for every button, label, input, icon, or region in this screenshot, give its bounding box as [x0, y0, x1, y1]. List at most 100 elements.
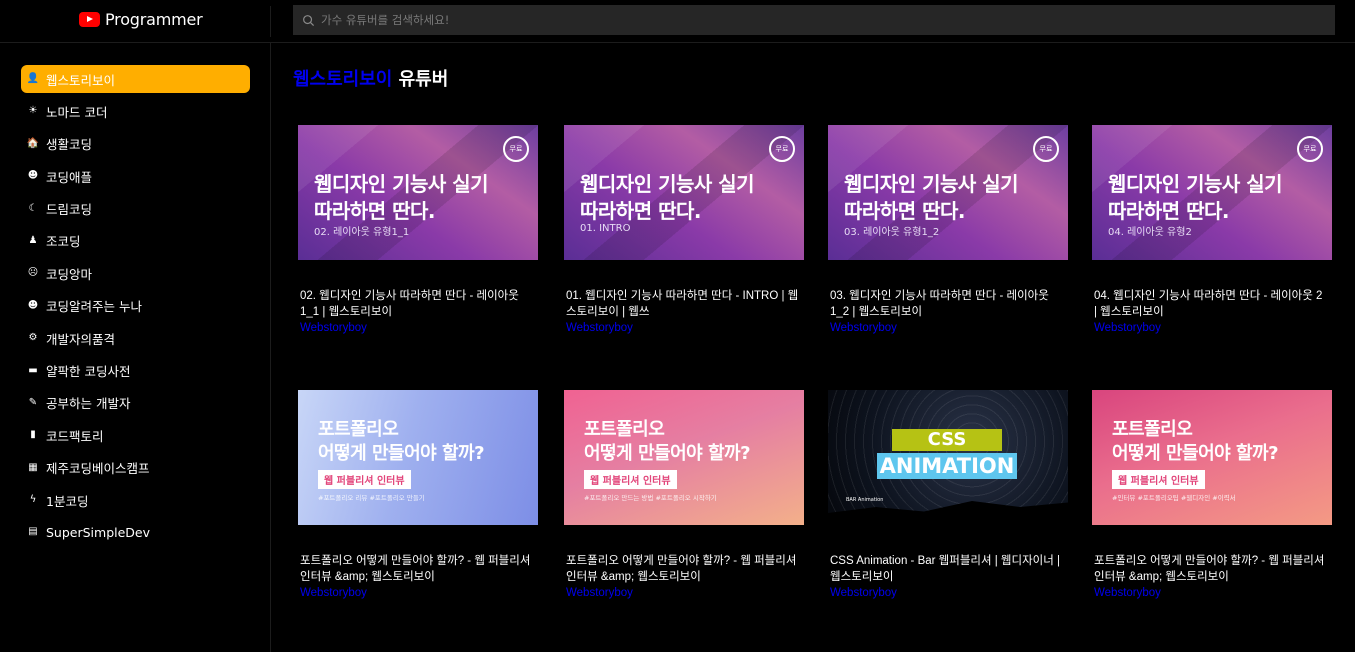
sidebar-item[interactable]: ⚙ 개발자의품격	[21, 324, 250, 352]
gear-icon: ⚙	[28, 332, 38, 344]
video-title[interactable]: 포트폴리오 어떻게 만들어야 할까? - 웹 퍼블리셔 인터뷰 &amp; 웹스…	[1092, 554, 1328, 585]
file-icon: ▮	[30, 429, 36, 441]
video-title[interactable]: 02. 웹디자인 기능사 따라하면 딴다 - 레이아웃 1_1 | 웹스토리보이	[298, 289, 534, 320]
free-badge: 무료	[769, 136, 795, 162]
channel-link[interactable]: Webstoryboy	[828, 585, 1068, 601]
sidebar-item[interactable]: ▦ 제주코딩베이스캠프	[21, 454, 250, 482]
calculator-icon: ▤	[28, 526, 38, 538]
book-icon: ▬	[28, 364, 38, 376]
header-divider	[270, 6, 271, 37]
channel-link[interactable]: Webstoryboy	[298, 320, 538, 336]
sidebar-item[interactable]: ▬ 얄팍한 코딩사전	[21, 357, 250, 385]
sidebar-item-label: 드림코딩	[46, 202, 93, 218]
sidebar-item[interactable]: 🏠 생활코딩	[21, 130, 250, 158]
thumbnail-line1: 포트폴리오	[1112, 419, 1193, 440]
thumbnail-line1: 포트폴리오	[584, 419, 665, 440]
video-card[interactable]: 포트폴리오 어떻게 만들어야 할까? 웹 퍼블리셔 인터뷰 #포트폴리오 리뷰 #포트…	[298, 390, 538, 601]
video-thumbnail[interactable]: 포트폴리오 어떻게 만들어야 할까? 웹 퍼블리셔 인터뷰 #포트폴리오 만드는 방법…	[564, 390, 804, 525]
channel-link[interactable]: Webstoryboy	[564, 585, 804, 601]
sidebar-nav: 👤 웹스토리보이 ☀ 노마드 코더 🏠 생활코딩 ☻ 코딩애플 ☾ 드림코딩 ♟ 조코딩 ☹ 코딩앙마 ☻ 코…	[21, 65, 250, 551]
sidebar-item[interactable]: ☹ 코딩앙마	[21, 259, 250, 287]
pencil-icon: ✎	[28, 396, 38, 408]
thumbnail-subtitle: #인터뷰 #포트폴리오팁 #웹디자인 #이력서	[1112, 494, 1236, 502]
thumbnail-line1: 웹디자인 기능사 실기	[580, 172, 755, 196]
sidebar-item-label: 조코딩	[46, 234, 81, 250]
thumbnail-line2: ANIMATION	[877, 453, 1017, 479]
thumbnail-subtitle: 01. INTRO	[580, 223, 631, 234]
bolt-icon: ϟ	[29, 494, 37, 506]
video-thumbnail[interactable]: 웹디자인 기능사 실기따라하면 딴다. 01. INTRO 무료	[564, 125, 804, 260]
thumbnail-headline: 포트폴리오 어떻게 만들어야 할까?	[318, 418, 485, 466]
thumbnail-line1: CSS	[892, 429, 1002, 451]
search-bar[interactable]	[293, 5, 1335, 35]
thumbnail-subtitle: #포트폴리오 리뷰 #포트폴리오 만들기	[318, 494, 425, 502]
house-icon: 🏠	[26, 137, 40, 149]
video-card[interactable]: CSS ANIMATION BAR Animation CSS Animation -…	[828, 390, 1068, 601]
page-title: 웹스토리보이 유튜버	[293, 65, 448, 91]
thumbnail-pill: 웹 퍼블리셔 인터뷰	[584, 470, 677, 489]
free-badge: 무료	[1033, 136, 1059, 162]
video-thumbnail[interactable]: 포트폴리오 어떻게 만들어야 할까? 웹 퍼블리셔 인터뷰 #인터뷰 #포트폴리오팁 …	[1092, 390, 1332, 525]
video-card[interactable]: 포트폴리오 어떻게 만들어야 할까? 웹 퍼블리셔 인터뷰 #포트폴리오 만드는 방법…	[564, 390, 804, 601]
sidebar-item[interactable]: ▮ 코드팩토리	[21, 421, 250, 449]
sidebar-item-label: 웹스토리보이	[46, 72, 116, 88]
video-card[interactable]: 웹디자인 기능사 실기 따라하면 딴다. 04. 레이아웃 유형2 무료 04. 웹디자…	[1092, 125, 1332, 336]
video-title[interactable]: 포트폴리오 어떻게 만들어야 할까? - 웹 퍼블리셔 인터뷰 &amp; 웹스…	[564, 554, 800, 585]
sidebar-item[interactable]: ☾ 드림코딩	[21, 195, 250, 223]
sidebar-item-label: 노마드 코더	[46, 104, 108, 120]
channel-link[interactable]: Webstoryboy	[1092, 585, 1332, 601]
video-card[interactable]: 포트폴리오 어떻게 만들어야 할까? 웹 퍼블리셔 인터뷰 #인터뷰 #포트폴리오팁 …	[1092, 390, 1332, 601]
top-header: Programmer	[0, 0, 1355, 43]
video-title[interactable]: 04. 웹디자인 기능사 따라하면 딴다 - 레이아웃 2 | 웹스토리보이	[1092, 289, 1328, 320]
thumbnail-line2: 따라하면 딴다.	[314, 199, 435, 223]
thumbnail-subtitle: 02. 레이아웃 유형1_1	[314, 227, 410, 238]
video-thumbnail[interactable]: 웹디자인 기능사 실기 따라하면 딴다. 04. 레이아웃 유형2 무료	[1092, 125, 1332, 260]
video-thumbnail[interactable]: CSS ANIMATION BAR Animation	[828, 390, 1068, 525]
video-card[interactable]: 웹디자인 기능사 실기 따라하면 딴다. 02. 레이아웃 유형1_1 무료 02. 웹…	[298, 125, 538, 336]
sidebar-item-label: 개발자의품격	[46, 331, 116, 347]
sidebar: 👤 웹스토리보이 ☀ 노마드 코더 🏠 생활코딩 ☻ 코딩애플 ☾ 드림코딩 ♟ 조코딩 ☹ 코딩앙마 ☻ 코…	[0, 43, 271, 652]
thumbnail-line1: 웹디자인 기능사 실기	[314, 172, 489, 196]
thumbnail-line1: 웹디자인 기능사 실기	[1108, 172, 1283, 196]
thumbnail-headline: 포트폴리오 어떻게 만들어야 할까?	[584, 418, 751, 466]
sidebar-item-label: 공부하는 개발자	[46, 396, 131, 412]
video-title[interactable]: 01. 웹디자인 기능사 따라하면 딴다 - INTRO | 웹스토리보이 | …	[564, 289, 800, 320]
video-thumbnail[interactable]: 포트폴리오 어떻게 만들어야 할까? 웹 퍼블리셔 인터뷰 #포트폴리오 리뷰 #포트…	[298, 390, 538, 525]
thumbnail-line2: 따라하면 딴다.	[580, 199, 701, 223]
youtube-logo-icon	[79, 12, 100, 27]
gift-icon: ▦	[28, 461, 38, 473]
channel-link[interactable]: Webstoryboy	[564, 320, 804, 336]
logo-text: Programmer	[105, 10, 203, 29]
sidebar-item-label: 코딩앙마	[46, 266, 93, 282]
video-card[interactable]: 웹디자인 기능사 실기따라하면 딴다. 01. INTRO 무료 01. 웹디자인 기…	[564, 125, 804, 336]
sidebar-item[interactable]: ♟ 조코딩	[21, 227, 250, 255]
video-title[interactable]: CSS Animation - Bar 웹퍼블리셔 | 웹디자이너 | 웹스토리…	[828, 554, 1064, 585]
video-thumbnail[interactable]: 웹디자인 기능사 실기 따라하면 딴다. 02. 레이아웃 유형1_1 무료	[298, 125, 538, 260]
user-icon: 👤	[26, 73, 40, 84]
thumbnail-line2: 따라하면 딴다.	[844, 199, 965, 223]
search-icon	[303, 14, 315, 26]
sidebar-item[interactable]: ☻ 코딩애플	[21, 162, 250, 190]
grin-icon: ☻	[27, 299, 39, 311]
video-card[interactable]: 웹디자인 기능사 실기 따라하면 딴다. 03. 레이아웃 유형1_2 무료 03. 웹…	[828, 125, 1068, 336]
channel-link[interactable]: Webstoryboy	[828, 320, 1068, 336]
search-input[interactable]	[321, 13, 1321, 27]
thumbnail-headline: 웹디자인 기능사 실기 따라하면 딴다.	[844, 171, 1019, 225]
sidebar-item[interactable]: ☀ 노마드 코더	[21, 97, 250, 125]
video-thumbnail[interactable]: 웹디자인 기능사 실기 따라하면 딴다. 03. 레이아웃 유형1_2 무료	[828, 125, 1068, 260]
sidebar-item[interactable]: ϟ 1분코딩	[21, 486, 250, 514]
channel-link[interactable]: Webstoryboy	[298, 585, 538, 601]
sidebar-item[interactable]: ✎ 공부하는 개발자	[21, 389, 250, 417]
main-content: 웹스토리보이 유튜버 웹디자인 기능사 실기 따라하면 딴다. 02. 레이아웃 유…	[271, 43, 1355, 652]
sidebar-item[interactable]: ☻ 코딩알려주는 누나	[21, 292, 250, 320]
channel-link[interactable]: Webstoryboy	[1092, 320, 1332, 336]
sidebar-item[interactable]: 👤 웹스토리보이	[21, 65, 250, 93]
sidebar-item[interactable]: ▤ SuperSimpleDev	[21, 518, 250, 546]
logo[interactable]: Programmer	[79, 10, 203, 29]
thumbnail-pill: 웹 퍼블리셔 인터뷰	[318, 470, 411, 489]
page-title-highlight: 웹스토리보이	[293, 69, 393, 90]
video-title[interactable]: 포트폴리오 어떻게 만들어야 할까? - 웹 퍼블리셔 인터뷰 &amp; 웹스…	[298, 554, 534, 585]
video-title[interactable]: 03. 웹디자인 기능사 따라하면 딴다 - 레이아웃 1_2 | 웹스토리보이	[828, 289, 1064, 320]
sidebar-item-label: SuperSimpleDev	[46, 524, 151, 540]
thumbnail-line2: 따라하면 딴다.	[1108, 199, 1229, 223]
